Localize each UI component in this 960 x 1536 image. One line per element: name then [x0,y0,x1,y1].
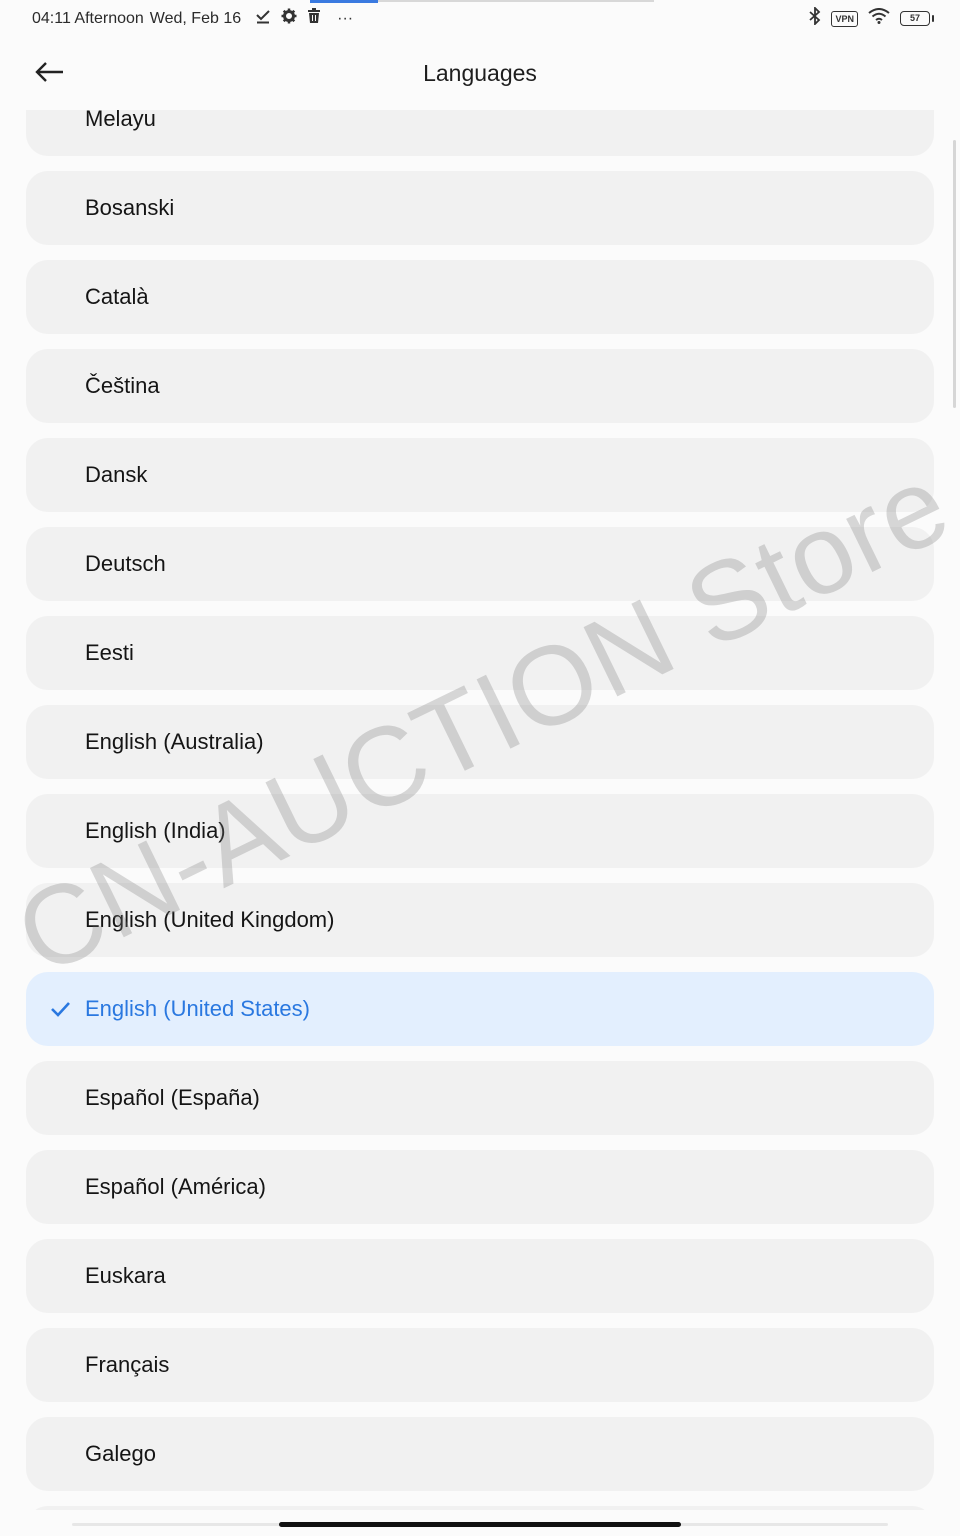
language-label: English (United Kingdom) [85,907,335,932]
language-label: Deutsch [85,551,166,576]
language-item[interactable]: English (United Kingdom) [26,883,934,957]
language-item[interactable]: Español (España) [26,1061,934,1135]
language-label: Melayu [85,110,156,131]
language-label: Dansk [85,462,148,487]
language-label: Eesti [85,640,134,665]
status-right: VPN 57 [809,5,934,30]
language-label: Čeština [85,373,160,398]
gear-icon [281,8,297,29]
wifi-icon [868,8,890,29]
language-item[interactable]: English (Australia) [26,705,934,779]
status-bar: 04:11 Afternoon Wed, Feb 16 ··· VPN 57 [0,0,960,40]
language-label: Français [85,1352,170,1377]
language-item[interactable]: Español (América) [26,1150,934,1224]
overflow-dots: ··· [337,9,354,27]
bottom-area [0,1510,960,1536]
status-left: 04:11 Afternoon Wed, Feb 16 ··· [32,8,353,29]
top-divider [378,0,654,2]
language-label: English (United States) [85,996,310,1021]
language-label: Español (América) [85,1174,266,1199]
language-label: Español (España) [85,1085,260,1110]
language-item[interactable]: Eesti [26,616,934,690]
status-date: Wed, Feb 16 [149,9,242,27]
app-header: Languages [0,40,960,110]
language-item[interactable]: Čeština [26,349,934,423]
status-time: 04:11 Afternoon [32,9,144,27]
language-label: Galego [85,1441,156,1466]
language-label: Bosanski [85,195,175,220]
check-download-icon [255,8,271,29]
language-item[interactable]: Euskara [26,1239,934,1313]
battery-indicator: 57 [900,11,934,26]
language-label: English (Australia) [85,729,264,754]
language-list-viewport[interactable]: Melayu Bosanski Català Čeština Dansk Deutsch E… [0,110,960,1514]
language-item[interactable]: Català [26,260,934,334]
scrollbar[interactable] [953,140,956,408]
language-label: English (India) [85,818,226,843]
language-item[interactable]: Dansk [26,438,934,512]
home-indicator[interactable] [279,1522,681,1527]
language-item[interactable]: Français [26,1328,934,1402]
language-item[interactable]: Melayu [26,110,934,156]
top-progress-indicator [310,0,378,3]
language-label: Euskara [85,1263,166,1288]
checkmark-icon [50,999,70,1019]
language-item[interactable]: English (India) [26,794,934,868]
page-title: Languages [423,60,537,86]
language-item[interactable]: English (United States) [26,972,934,1046]
vpn-badge: VPN [831,10,858,27]
bluetooth-icon [809,5,821,30]
language-list: Melayu Bosanski Català Čeština Dansk Deutsch E… [26,110,934,1514]
language-item[interactable]: Galego [26,1417,934,1491]
language-label: Català [85,284,149,309]
trash-icon [307,8,321,29]
language-item[interactable]: Bosanski [26,171,934,245]
language-item[interactable]: Deutsch [26,527,934,601]
